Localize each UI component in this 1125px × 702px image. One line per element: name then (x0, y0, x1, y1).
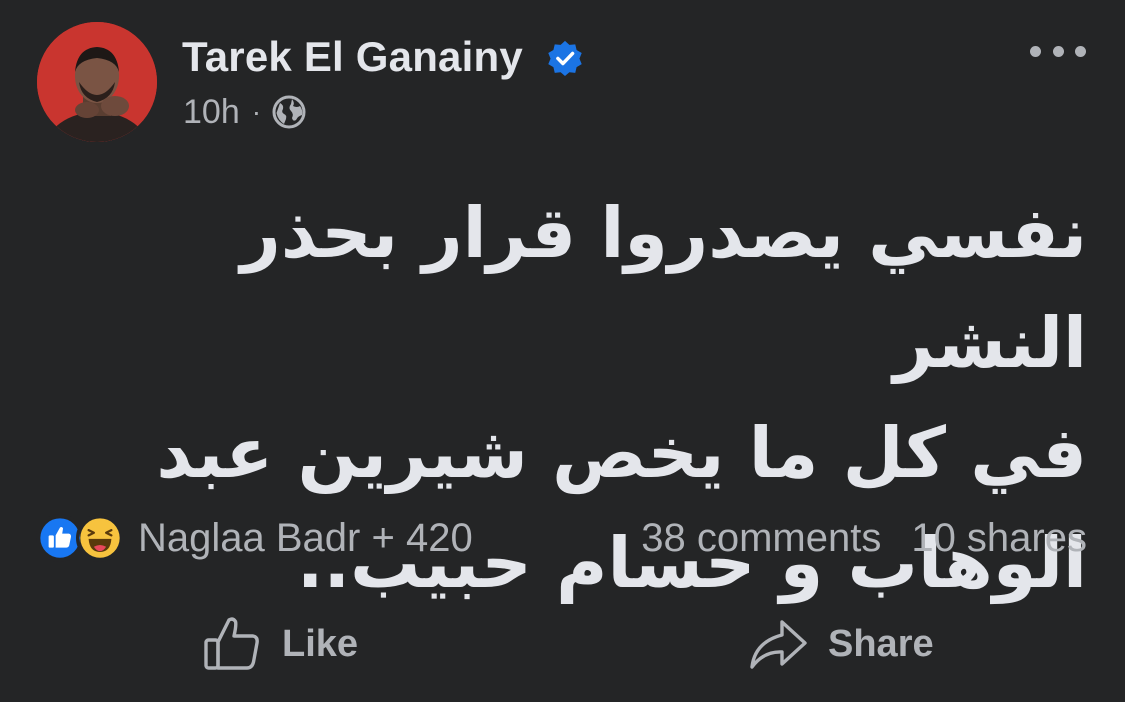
share-arrow-icon (750, 620, 807, 669)
like-button[interactable]: Like (202, 614, 358, 674)
meta-separator: · (251, 96, 262, 127)
share-label: Share (828, 622, 934, 665)
post-text-line: نفسي يصدروا قرار بحذر النشر (240, 192, 1087, 384)
verified-badge-icon (548, 40, 582, 77)
more-dot (1075, 45, 1086, 57)
author-avatar[interactable] (37, 22, 157, 142)
post-text-line: في كل ما يخص شيرين عبد (156, 412, 1087, 494)
shares-count[interactable]: 10 shares (911, 516, 1087, 561)
like-label: Like (282, 622, 359, 665)
thumbs-up-icon (204, 617, 259, 670)
haha-reaction-icon (76, 514, 124, 562)
facebook-post: Tarek El Ganainy 10h · نفسي يصدروا قرار … (0, 0, 1125, 702)
comments-count[interactable]: 38 comments (641, 516, 881, 561)
post-meta: 10h · (183, 90, 307, 134)
share-button[interactable]: Share (748, 614, 934, 674)
more-options-button[interactable] (1030, 33, 1086, 69)
globe-icon (272, 95, 306, 129)
reactors-text[interactable]: Naglaa Badr + 420 (138, 516, 473, 561)
post-stats: 38 comments 10 shares (641, 514, 1087, 562)
more-dot (1030, 45, 1041, 57)
post-timestamp[interactable]: 10h (183, 93, 240, 132)
author-name[interactable]: Tarek El Ganainy (182, 32, 523, 82)
more-dot (1052, 45, 1064, 57)
reactions-summary[interactable]: Naglaa Badr + 420 (36, 514, 473, 562)
